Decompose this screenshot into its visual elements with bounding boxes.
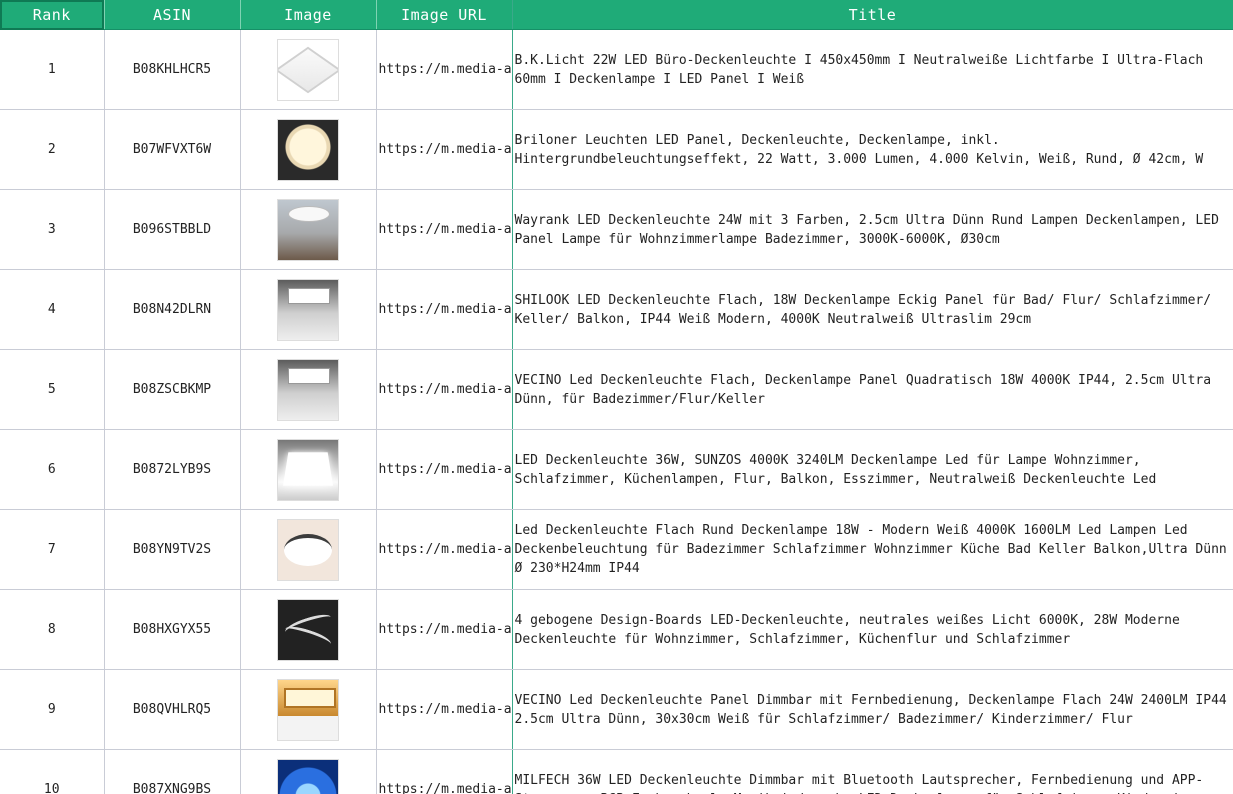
product-thumbnail <box>277 518 339 581</box>
image-cell[interactable] <box>240 349 377 430</box>
title-cell[interactable]: Briloner Leuchten LED Panel, Deckenleuch… <box>512 109 1233 190</box>
image-url-cell[interactable]: https://m.media-amazon.com/images/I/ <box>376 29 513 110</box>
image-url-cell[interactable]: https://m.media-amazon.com/images/I/ <box>376 749 513 794</box>
image-url-cell[interactable]: https://m.media-amazon.com/images/I/ <box>376 509 513 590</box>
image-url-cell[interactable]: https://m.media-amazon.com/images/I/ <box>376 269 513 350</box>
product-thumbnail <box>277 438 339 501</box>
header-image-url[interactable]: Image URL <box>376 0 513 30</box>
asin-cell[interactable]: B07WFVXT6W <box>104 109 241 190</box>
asin-cell[interactable]: B096STBBLD <box>104 189 241 270</box>
title-cell[interactable]: VECINO Led Deckenleuchte Panel Dimmbar m… <box>512 669 1233 750</box>
title-cell[interactable]: VECINO Led Deckenleuchte Flach, Deckenla… <box>512 349 1233 430</box>
rank-cell[interactable]: 1 <box>0 29 105 110</box>
rank-cell[interactable]: 7 <box>0 509 105 590</box>
table-row: 3B096STBBLD https://m.media-amazon.com/im… <box>0 189 1233 270</box>
image-cell[interactable] <box>240 189 377 270</box>
image-cell[interactable] <box>240 269 377 350</box>
product-thumbnail <box>277 358 339 421</box>
image-url-cell[interactable]: https://m.media-amazon.com/images/I/ <box>376 669 513 750</box>
asin-cell[interactable]: B08KHLHCR5 <box>104 29 241 110</box>
title-cell[interactable]: LED Deckenleuchte 36W, SUNZOS 4000K 3240… <box>512 429 1233 510</box>
image-cell[interactable] <box>240 29 377 110</box>
title-cell[interactable]: Wayrank LED Deckenleuchte 24W mit 3 Farb… <box>512 189 1233 270</box>
image-url-cell[interactable]: https://m.media-amazon.com/images/I/ <box>376 589 513 670</box>
image-cell[interactable] <box>240 749 377 794</box>
header-asin[interactable]: ASIN <box>104 0 241 30</box>
table-row: 7B08YN9TV2S https://m.media-amazon.com/im… <box>0 509 1233 590</box>
product-thumbnail <box>277 118 339 181</box>
header-title[interactable]: Title <box>512 0 1233 30</box>
image-cell[interactable] <box>240 509 377 590</box>
rank-cell[interactable]: 8 <box>0 589 105 670</box>
image-cell[interactable] <box>240 429 377 510</box>
header-image[interactable]: Image <box>240 0 377 30</box>
product-thumbnail <box>277 38 339 101</box>
asin-cell[interactable]: B087XNG9BS <box>104 749 241 794</box>
asin-cell[interactable]: B08YN9TV2S <box>104 509 241 590</box>
asin-cell[interactable]: B08QVHLRQ5 <box>104 669 241 750</box>
product-thumbnail <box>277 758 339 794</box>
rank-cell[interactable]: 6 <box>0 429 105 510</box>
image-url-cell[interactable]: https://m.media-amazon.com/images/I/ <box>376 109 513 190</box>
asin-cell[interactable]: B08N42DLRN <box>104 269 241 350</box>
table-row: 6B0872LYB9S https://m.media-amazon.com/im… <box>0 429 1233 510</box>
image-cell[interactable] <box>240 589 377 670</box>
table-row: 10B087XNG9BS https://m.media-amazon.com/i… <box>0 749 1233 794</box>
rank-cell[interactable]: 5 <box>0 349 105 430</box>
header-rank[interactable]: Rank <box>0 0 105 30</box>
product-thumbnail <box>277 598 339 661</box>
title-cell[interactable]: SHILOOK LED Deckenleuchte Flach, 18W Dec… <box>512 269 1233 350</box>
product-table: Rank ASIN Image Image URL Title 1 B08KHLH… <box>0 0 1233 794</box>
table-row: 4B08N42DLRN https://m.media-amazon.com/im… <box>0 269 1233 350</box>
table-row: 9B08QVHLRQ5 https://m.media-amazon.com/im… <box>0 669 1233 750</box>
rank-cell[interactable]: 10 <box>0 749 105 794</box>
asin-cell[interactable]: B0872LYB9S <box>104 429 241 510</box>
rank-cell[interactable]: 3 <box>0 189 105 270</box>
title-cell[interactable]: B.K.Licht 22W LED Büro-Deckenleuchte I 4… <box>512 29 1233 110</box>
image-url-cell[interactable]: https://m.media-amazon.com/images/I/ <box>376 349 513 430</box>
image-cell[interactable] <box>240 109 377 190</box>
image-url-cell[interactable]: https://m.media-amazon.com/images/I/ <box>376 189 513 270</box>
image-url-cell[interactable]: https://m.media-amazon.com/images/I/ <box>376 429 513 510</box>
asin-cell[interactable]: B08HXGYX55 <box>104 589 241 670</box>
title-cell[interactable]: Led Deckenleuchte Flach Rund Deckenlampe… <box>512 509 1233 590</box>
product-thumbnail <box>277 278 339 341</box>
table-row: 8B08HXGYX55 https://m.media-amazon.com/im… <box>0 589 1233 670</box>
spreadsheet: Rank ASIN Image Image URL Title 1 B08KHLH… <box>0 0 1233 794</box>
image-cell[interactable] <box>240 669 377 750</box>
product-thumbnail <box>277 678 339 741</box>
table-row: 2B07WFVXT6W https://m.media-amazon.com/im… <box>0 109 1233 190</box>
product-thumbnail <box>277 198 339 261</box>
asin-cell[interactable]: B08ZSCBKMP <box>104 349 241 430</box>
rank-cell[interactable]: 2 <box>0 109 105 190</box>
title-cell[interactable]: 4 gebogene Design-Boards LED-Deckenleuch… <box>512 589 1233 670</box>
table-row: 1B08KHLHCR5 https://m.media-amazon.com/im… <box>0 29 1233 110</box>
table-row: 5B08ZSCBKMP https://m.media-amazon.com/im… <box>0 349 1233 430</box>
header-row: Rank ASIN Image Image URL Title <box>0 0 1233 30</box>
rank-cell[interactable]: 4 <box>0 269 105 350</box>
rank-cell[interactable]: 9 <box>0 669 105 750</box>
title-cell[interactable]: MILFECH 36W LED Deckenleuchte Dimmbar mi… <box>512 749 1233 794</box>
